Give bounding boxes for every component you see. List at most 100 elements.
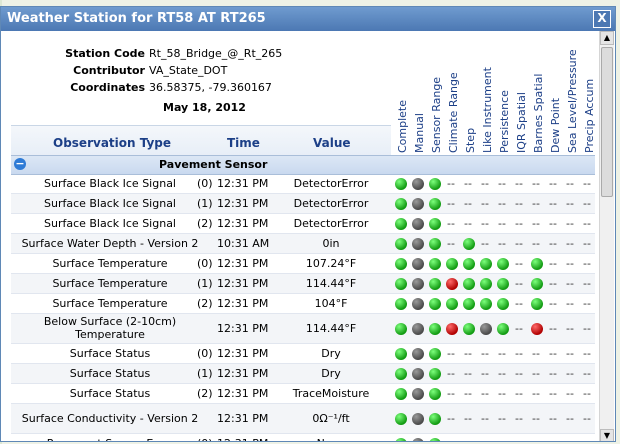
qc-not-applicable: -- [532,196,540,210]
scroll-up-icon[interactable]: ▲ [600,31,614,45]
qc-not-applicable: -- [532,176,540,190]
table-row: Surface Temperature (2) 12:31 PM 104°F -- -- -… [11,294,595,314]
qc-not-applicable: -- [532,437,540,442]
qc-not-applicable: -- [447,437,455,442]
qc-not-applicable: -- [532,346,540,360]
station-content: Station Code Rt_58_Bridge_@_Rt_265 Contr… [11,31,595,442]
qc-not-run-icon [412,322,424,335]
row-value: 0in [322,236,340,250]
qc-not-applicable: -- [566,176,574,190]
qc-not-applicable: -- [498,366,506,380]
qc-not-run-icon [412,347,424,360]
qc-pass-icon [429,412,441,425]
qc-header-label: Sea Level/Pressure [566,49,579,153]
qc-pass-icon [463,237,475,250]
vertical-scrollbar[interactable]: ▲ ▼ [599,31,614,441]
qc-pass-icon [429,197,441,210]
qc-header-label: Persistence [498,90,511,153]
close-button[interactable]: X [593,10,611,28]
qc-header-2: Sensor Range [429,35,445,153]
qc-indicators: -- -- -- -- -- -- -- -- [391,234,595,253]
qc-pass-icon [395,177,407,190]
qc-pass-icon [531,277,543,290]
qc-not-applicable: -- [549,256,557,270]
qc-not-applicable: -- [447,176,455,190]
qc-header-9: Dew Point [548,35,564,153]
station-code-label: Station Code [65,47,145,60]
qc-not-applicable: -- [498,236,506,250]
qc-not-applicable: -- [447,346,455,360]
qc-indicators: -- -- -- -- [391,294,595,313]
qc-header-4: Step [463,35,479,153]
window-title-text: Weather Station for RT58 AT RT265 [7,11,266,26]
qc-not-applicable: -- [515,176,523,190]
qc-not-run-icon [412,257,424,270]
qc-pass-icon [463,257,475,270]
qc-not-run-icon [412,437,424,441]
qc-header-label: IQR Spatial [515,92,528,153]
qc-not-applicable: -- [583,386,591,400]
table-row: Surface Status (2) 12:31 PM TraceMoisture --… [11,384,595,404]
qc-header-label: Manual [413,113,426,153]
qc-not-applicable: -- [515,196,523,210]
table-row: Surface Status (1) 12:31 PM Dry -- -- -- -- -- --… [11,364,595,384]
qc-fail-icon [531,322,543,335]
qc-not-applicable: -- [515,216,523,230]
qc-not-applicable: -- [447,216,455,230]
qc-not-applicable: -- [515,346,523,360]
qc-not-applicable: -- [464,216,472,230]
qc-indicators: -- -- -- -- [391,274,595,293]
qc-pass-icon [429,237,441,250]
table-row: Surface Temperature (0) 12:31 PM 107.24°F --… [11,254,595,274]
qc-not-applicable: -- [498,346,506,360]
qc-not-applicable: -- [464,366,472,380]
qc-pass-icon [395,412,407,425]
qc-not-applicable: -- [566,411,574,425]
qc-not-applicable: -- [498,216,506,230]
table-row: Surface Black Ice Signal (2) 12:31 PM Detec… [11,214,595,234]
coordinates-label: Coordinates [70,81,145,94]
qc-pass-icon [463,297,475,310]
observation-type-header: Observation Type [53,136,172,150]
row-sensor-index: (0) [197,256,213,270]
qc-not-run-icon [412,297,424,310]
row-observation-name: Surface Status [69,386,151,400]
qc-not-applicable: -- [566,216,574,230]
qc-pass-icon [395,367,407,380]
contributor-label: Contributor [73,64,145,77]
qc-not-applicable: -- [583,176,591,190]
qc-not-applicable: -- [583,411,591,425]
qc-not-applicable: -- [515,366,523,380]
qc-pass-icon [429,367,441,380]
row-value: 0Ω⁻¹/ft [312,411,350,425]
qc-pass-icon [429,257,441,270]
qc-header-label: Sensor Range [430,76,443,153]
qc-header-label: Step [464,127,477,153]
row-observation-name: Pavement Sensor Error [11,437,209,442]
row-observation-name: Surface Status [69,346,151,360]
qc-indicators: -- -- -- -- -- -- -- -- -- [391,194,595,213]
qc-pass-icon [429,297,441,310]
qc-indicators: -- -- -- -- -- -- -- -- -- [391,214,595,233]
section-pavement-sensor[interactable]: − Pavement Sensor [11,155,595,175]
qc-header-label: Like Instrument [481,67,494,153]
qc-not-run-icon [412,177,424,190]
qc-not-applicable: -- [481,366,489,380]
qc-not-applicable: -- [464,437,472,442]
qc-pass-icon [480,257,492,270]
scroll-thumb[interactable] [601,47,613,197]
qc-pass-icon [429,437,441,441]
row-observation-name: Surface Conductivity - Version 2 [21,411,199,425]
row-time: 12:31 PM [217,437,277,442]
scroll-down-icon[interactable]: ▼ [600,429,614,441]
qc-not-run-icon [412,277,424,290]
row-sensor-index: (0) [197,437,215,442]
collapse-icon[interactable]: − [14,158,26,170]
qc-not-applicable: -- [515,437,523,442]
row-time: 12:31 PM [217,196,269,210]
row-observation-name: Below Surface (2-10cm) Temperature [43,315,177,341]
row-sensor-index: (1) [197,366,213,380]
qc-pass-icon [395,322,407,335]
qc-header-1: Manual [412,35,428,153]
station-popup-window: Weather Station for RT58 AT RT265 X Stat… [0,6,616,442]
